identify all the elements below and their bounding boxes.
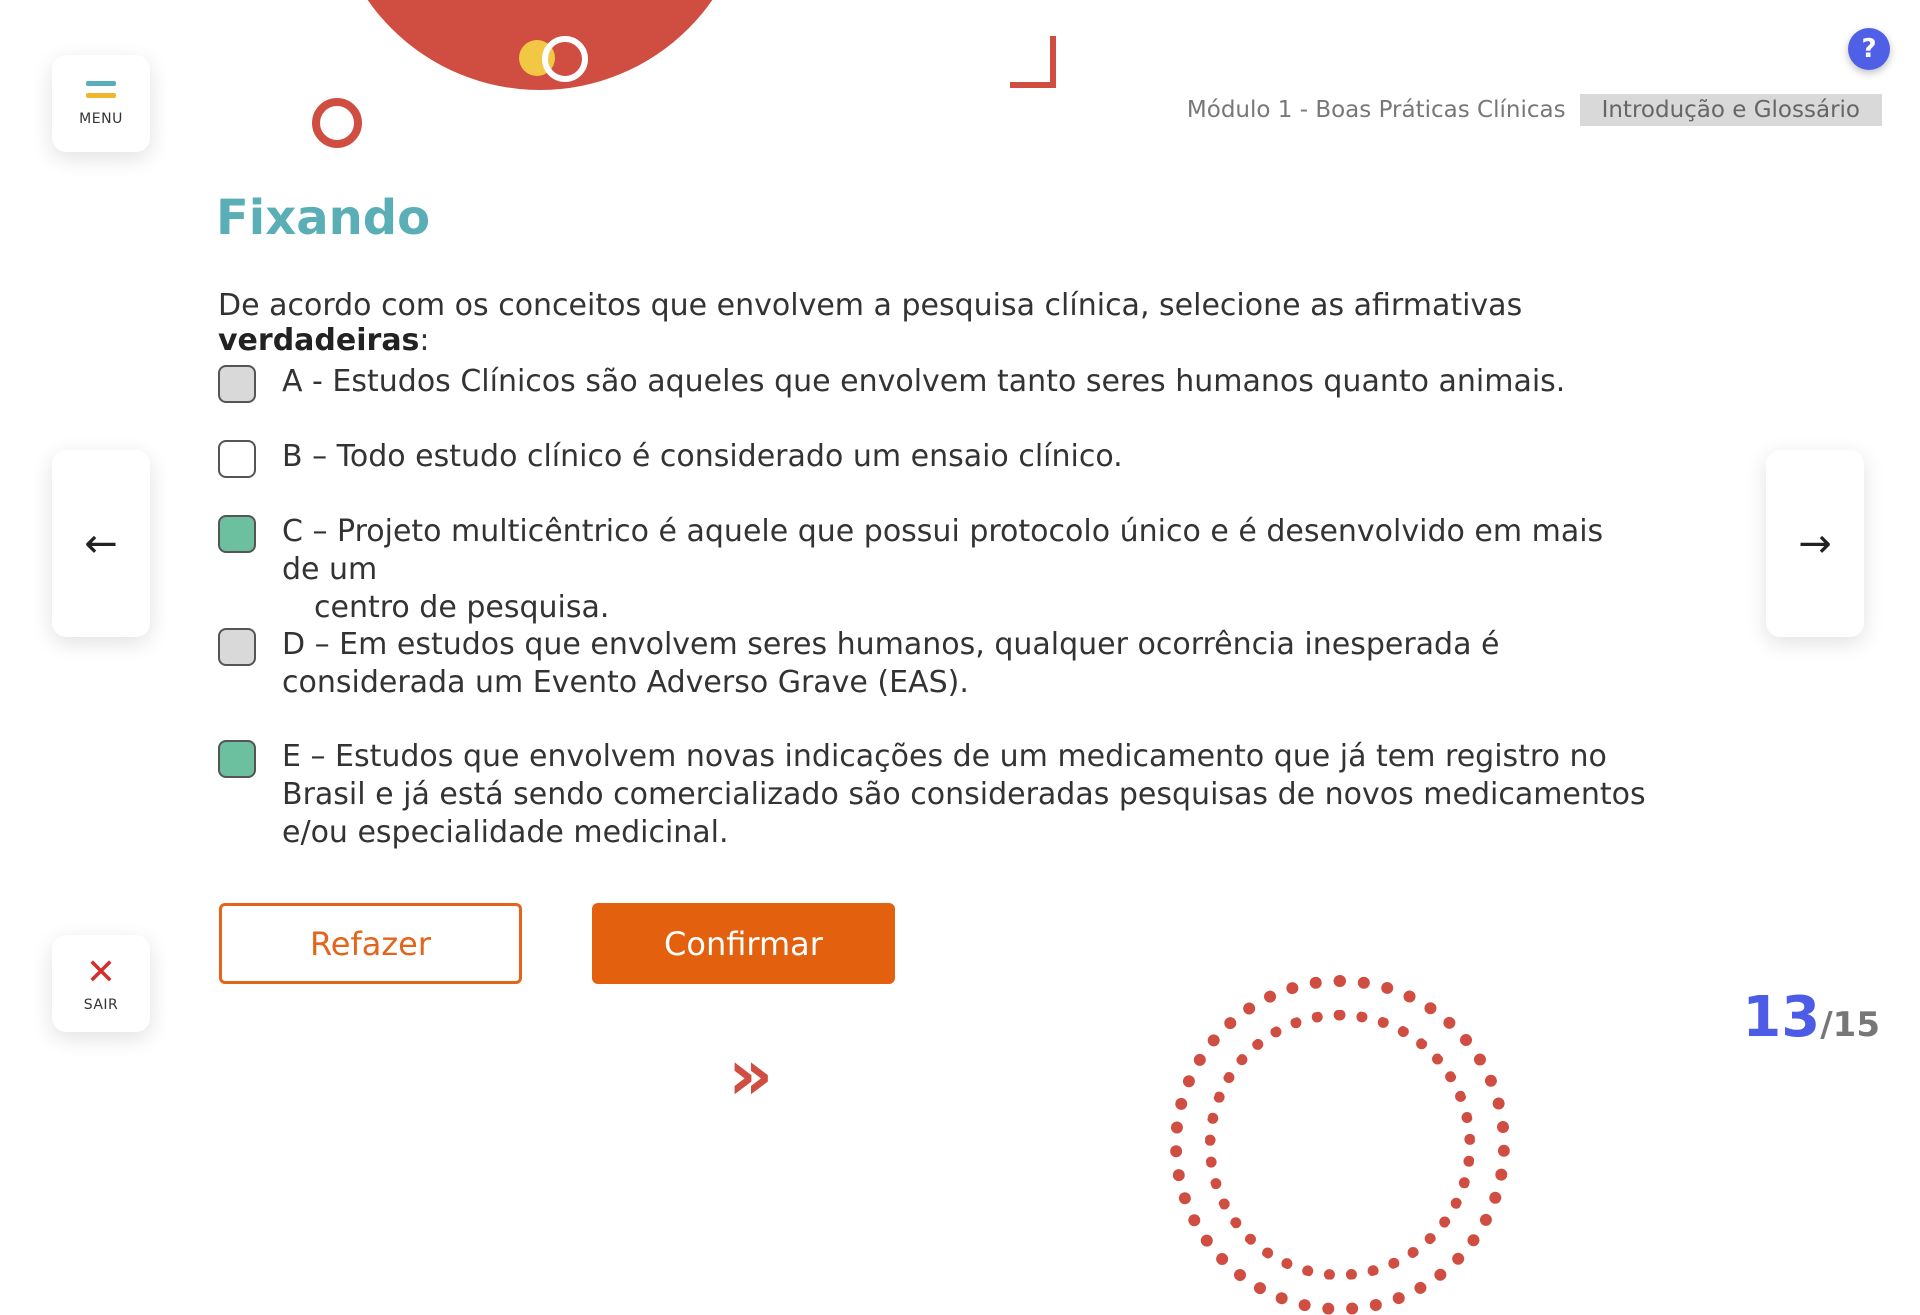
menu-icon: [86, 80, 116, 101]
previous-page-button[interactable]: ←: [52, 450, 150, 637]
decorative-dotted-arc-inner: [1205, 1010, 1475, 1280]
question-suffix: :: [419, 323, 430, 358]
exit-label: SAIR: [83, 996, 119, 1013]
page-total: /15: [1820, 1005, 1880, 1045]
option-e-checkbox[interactable]: [218, 740, 256, 778]
option-c-checkbox[interactable]: [218, 515, 256, 553]
breadcrumb-module: Módulo 1 - Boas Práticas Clínicas: [1186, 97, 1566, 123]
option-e-text: E – Estudos que envolvem novas indicaçõe…: [282, 739, 1646, 850]
option-b[interactable]: B – Todo estudo clínico é considerado um…: [218, 438, 1648, 478]
option-c-text: C – Projeto multicêntrico é aquele que p…: [282, 513, 1648, 627]
confirm-button[interactable]: Confirmar: [592, 903, 895, 984]
redo-button[interactable]: Refazer: [219, 903, 522, 984]
arrow-left-icon: ←: [84, 520, 118, 567]
option-e[interactable]: E – Estudos que envolvem novas indicaçõe…: [218, 738, 1648, 852]
option-c[interactable]: C – Projeto multicêntrico é aquele que p…: [218, 513, 1648, 627]
option-d-checkbox[interactable]: [218, 628, 256, 666]
option-c-text-line2: centro de pesquisa.: [314, 590, 610, 625]
option-b-checkbox[interactable]: [218, 440, 256, 478]
close-icon: ✕: [85, 951, 117, 993]
option-a-text: A - Estudos Clínicos são aqueles que env…: [282, 364, 1566, 399]
menu-label: MENU: [79, 110, 123, 127]
decorative-white-ring: [542, 36, 588, 82]
option-c-text-line1: C – Projeto multicêntrico é aquele que p…: [282, 514, 1604, 587]
menu-button[interactable]: MENU: [52, 55, 150, 152]
decorative-chevrons-icon: »: [728, 1034, 774, 1116]
decorative-corner-shape: [1010, 36, 1056, 88]
help-button[interactable]: ?: [1848, 28, 1890, 70]
page-current: 13: [1742, 985, 1821, 1050]
option-d[interactable]: D – Em estudos que envolvem seres humano…: [218, 626, 1648, 702]
arrow-right-icon: →: [1798, 520, 1832, 567]
next-page-button[interactable]: →: [1766, 450, 1864, 637]
option-b-text: B – Todo estudo clínico é considerado um…: [282, 439, 1123, 474]
exit-button[interactable]: ✕ SAIR: [52, 935, 150, 1032]
page-counter: 13 /15: [1742, 985, 1880, 1050]
question-emphasis: verdadeiras: [218, 323, 420, 358]
breadcrumb: Módulo 1 - Boas Práticas Clínicas Introd…: [1187, 94, 1882, 126]
page-title: Fixando: [216, 190, 431, 246]
option-d-text: D – Em estudos que envolvem seres humano…: [282, 627, 1500, 700]
breadcrumb-section: Introdução e Glossário: [1579, 94, 1882, 126]
decorative-red-ring: [312, 98, 362, 148]
question-text: De acordo com os conceitos que envolvem …: [218, 288, 1678, 358]
option-a-checkbox[interactable]: [218, 365, 256, 403]
question-prefix: De acordo com os conceitos que envolvem …: [218, 288, 1523, 323]
option-a[interactable]: A - Estudos Clínicos são aqueles que env…: [218, 363, 1648, 403]
